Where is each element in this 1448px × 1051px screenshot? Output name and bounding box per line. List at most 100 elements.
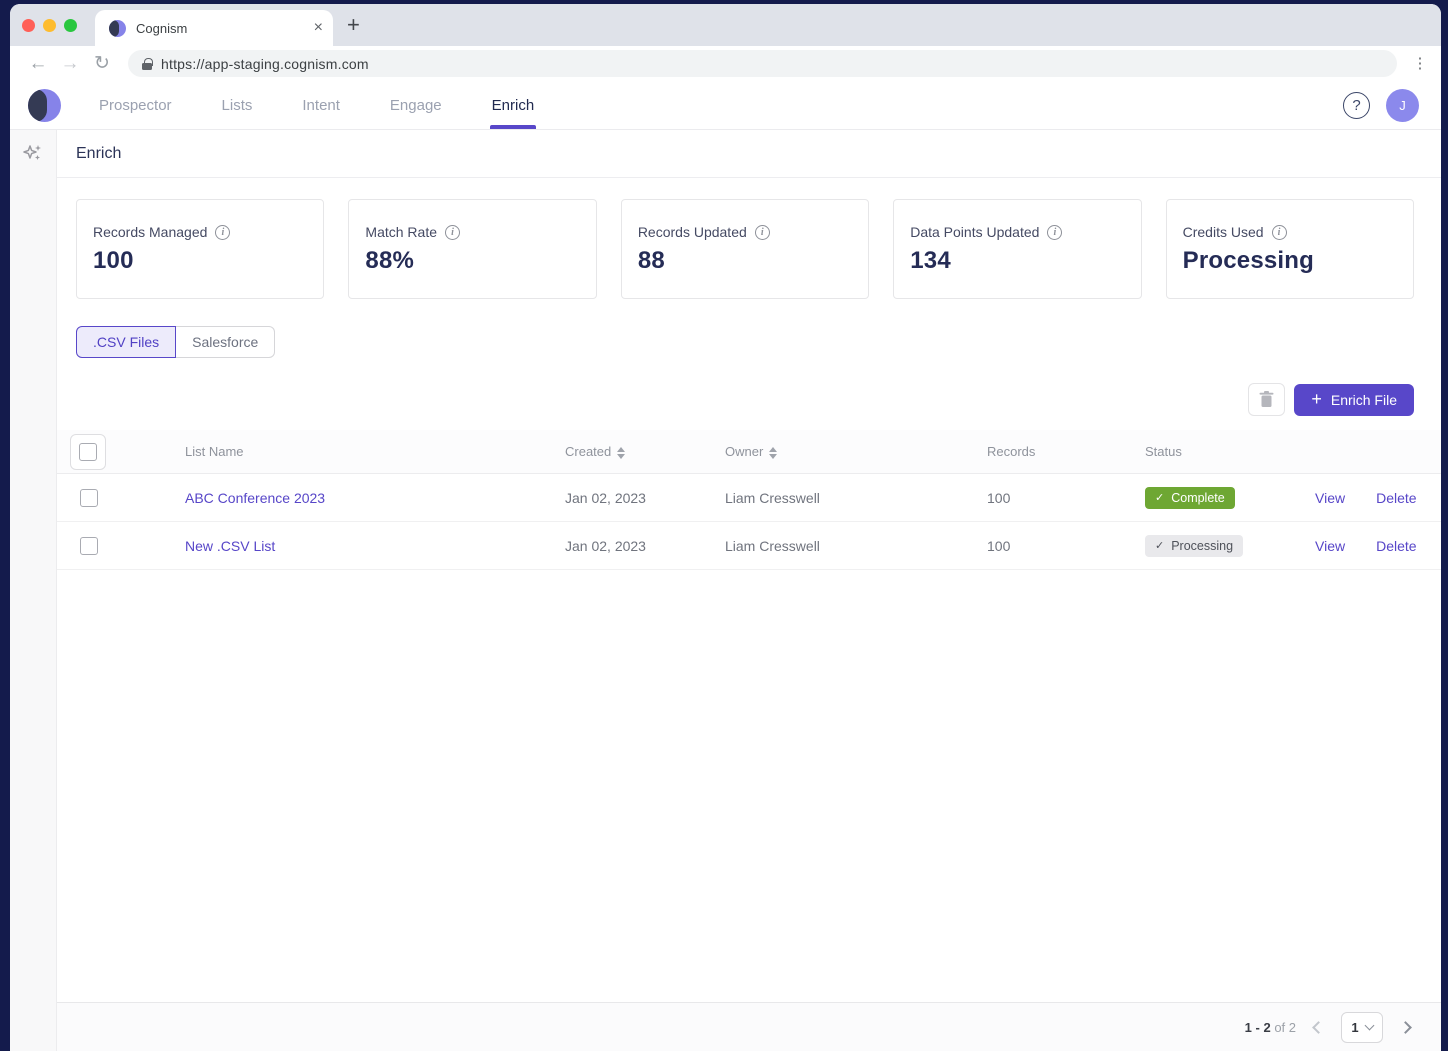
nav-item-enrich[interactable]: Enrich [489,81,536,129]
stat-label: Data Points Updated [910,224,1040,240]
column-header-records: Records [987,444,1036,459]
pagination-bar: 1 - 2 of 2 1 [57,1002,1441,1051]
nav-item-lists[interactable]: Lists [222,81,253,129]
info-icon[interactable]: i [1047,224,1063,240]
minimize-window-button[interactable] [43,18,56,32]
browser-url-bar: ← → ↻ https://app-staging.cognism.com ⋮ [10,46,1441,81]
stat-card-match-rate: Match Rate i 88% [348,199,597,299]
reload-icon[interactable]: ↻ [88,52,116,75]
source-toggle: .CSV Files Salesforce [76,326,276,358]
sort-icon[interactable] [617,446,626,459]
table-actions-row: + Enrich File [57,358,1441,430]
app-navbar: Prospector Lists Intent Engage Enrich ? … [10,81,1441,130]
nav-items: Prospector Lists Intent Engage Enrich [99,81,536,129]
sparkles-icon[interactable] [22,143,44,165]
window-controls [22,18,77,32]
stat-card-credits-used: Credits Used i Processing [1165,199,1415,299]
tab-csv-files[interactable]: .CSV Files [76,326,177,358]
stat-value: 100 [93,247,134,274]
page-header: Enrich [57,130,1441,178]
browser-tab[interactable]: Cognism × [95,10,333,46]
stat-card-records-updated: Records Updated i 88 [620,199,870,299]
stat-label: Records Managed [93,224,208,240]
status-badge: ✓ Complete [1145,486,1235,509]
enrich-file-label: Enrich File [1330,391,1397,408]
tab-title: Cognism [136,20,188,36]
status-badge: ✓ Processing [1145,534,1244,557]
column-header-list-name: List Name [185,444,244,459]
stat-card-data-points-updated: Data Points Updated i 134 [893,199,1142,299]
enrich-file-button[interactable]: + Enrich File [1294,383,1414,416]
owner-cell: Liam Cresswell [725,537,820,554]
table-header-row: List Name Created Owner Records Status [57,430,1441,474]
back-icon[interactable]: ← [24,53,52,75]
info-icon[interactable]: i [215,224,231,240]
pagination-range: 1 - 2 of 2 [1244,1019,1296,1035]
view-link[interactable]: View [1315,490,1345,506]
close-window-button[interactable] [22,18,35,32]
select-all-checkbox-frame[interactable] [70,433,106,470]
table-row: New .CSV List Jan 02, 2023 Liam Cresswel… [57,522,1441,570]
info-icon[interactable]: i [754,224,770,240]
stats-row: Records Managed i 100 Match Rate i 88% Rec… [57,178,1441,299]
current-page: 1 [1351,1019,1359,1035]
stat-label: Records Updated [637,224,747,240]
stat-value: 88 [637,247,665,274]
delete-link[interactable]: Delete [1376,538,1416,554]
row-checkbox[interactable] [80,488,98,507]
stat-label: Credits Used [1182,224,1264,240]
page-title: Enrich [76,144,122,162]
info-icon[interactable]: i [445,224,460,240]
avatar[interactable]: J [1386,88,1419,122]
zoom-window-button[interactable] [64,18,77,32]
browser-window: Cognism × + ← → ↻ https://app-staging.co… [10,4,1441,1051]
stat-label: Match Rate [365,224,437,240]
close-tab-icon[interactable]: × [314,19,323,37]
address-bar[interactable]: https://app-staging.cognism.com [128,50,1397,77]
stat-value: 134 [910,247,951,274]
check-icon: ✓ [1155,540,1165,552]
left-rail [10,130,57,1051]
delete-selected-button[interactable] [1248,383,1286,416]
trash-icon [1259,391,1274,407]
records-cell: 100 [987,489,1011,506]
help-icon[interactable]: ? [1343,91,1370,119]
stat-value: Processing [1182,247,1315,274]
created-cell: Jan 02, 2023 [565,489,646,506]
delete-link[interactable]: Delete [1376,490,1416,506]
view-link[interactable]: View [1315,538,1345,554]
sort-icon[interactable] [769,446,778,459]
column-header-created[interactable]: Created [565,444,725,459]
records-cell: 100 [987,537,1011,554]
nav-item-prospector[interactable]: Prospector [99,81,172,129]
chevron-down-icon [1364,1020,1375,1030]
browser-tab-strip: Cognism × + [10,4,1441,46]
cognism-favicon-icon [109,19,126,37]
stat-value: 88% [365,247,415,274]
plus-icon: + [1311,389,1322,409]
page-select[interactable]: 1 [1341,1011,1383,1043]
row-checkbox[interactable] [80,536,98,555]
list-name-link[interactable]: New .CSV List [185,538,275,554]
browser-menu-icon[interactable]: ⋮ [1409,56,1431,71]
column-header-status: Status [1145,444,1182,459]
previous-page-icon[interactable] [1312,1020,1325,1034]
list-name-link[interactable]: ABC Conference 2023 [185,490,325,506]
url-text: https://app-staging.cognism.com [161,55,369,72]
new-tab-button[interactable]: + [347,12,360,38]
table-row: ABC Conference 2023 Jan 02, 2023 Liam Cr… [57,474,1441,522]
nav-item-engage[interactable]: Engage [390,81,442,129]
cognism-logo-icon[interactable] [28,88,61,122]
lock-icon [142,57,153,70]
nav-item-intent[interactable]: Intent [302,81,340,129]
check-icon: ✓ [1155,492,1165,504]
column-header-owner[interactable]: Owner [725,444,987,459]
tab-salesforce[interactable]: Salesforce [176,326,276,358]
forward-icon[interactable]: → [56,53,84,75]
stat-card-records-managed: Records Managed i 100 [76,199,325,299]
owner-cell: Liam Cresswell [725,489,820,506]
info-icon[interactable]: i [1271,224,1287,240]
enrich-lists-table: List Name Created Owner Records Status A… [57,430,1441,570]
select-all-checkbox[interactable] [79,442,97,461]
next-page-icon[interactable] [1399,1020,1412,1034]
